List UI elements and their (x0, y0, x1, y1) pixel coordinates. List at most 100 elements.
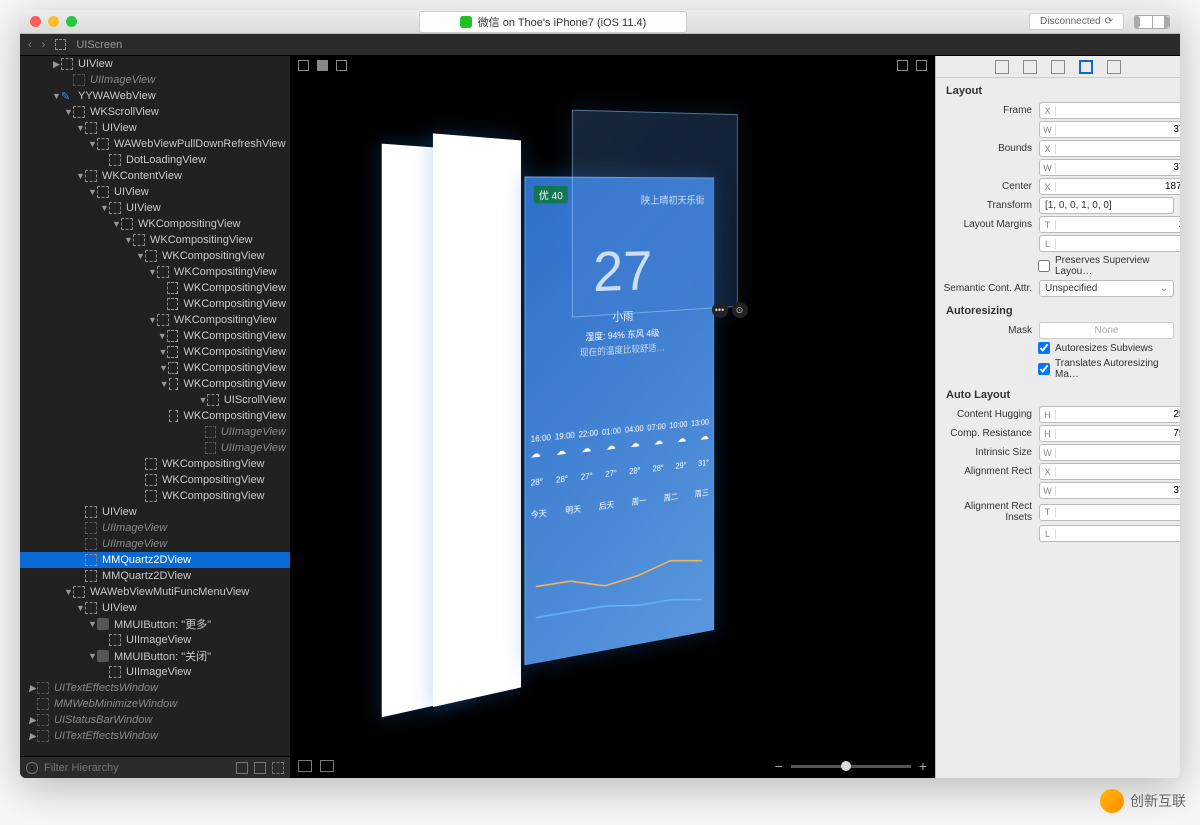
canvas-3d[interactable]: − + 优 40 陕上晴初天乐街 27 小雨 湿度: 94% 东风 4级 现在的… (290, 56, 935, 778)
tree-row[interactable]: ▶UITextEffectsWindow (20, 680, 290, 696)
button-icon (97, 650, 109, 662)
connection-status-button[interactable]: Disconnected ⟳ (1029, 13, 1124, 30)
tree-row[interactable]: ▼WKCompositingView (20, 328, 290, 344)
tree-row[interactable]: ▼WKCompositingView (20, 248, 290, 264)
translates-checkbox[interactable] (1038, 363, 1050, 375)
panel-toggle[interactable] (1134, 15, 1170, 29)
grid-icon[interactable] (236, 762, 248, 774)
menu-close-icon[interactable]: ⊙ (732, 302, 748, 318)
aligninsets-label: Alignment Rect Insets (936, 501, 1036, 523)
frame-w-input[interactable]: W▲▼ (1039, 121, 1180, 138)
nav-forward-icon[interactable]: › (42, 39, 46, 51)
connections-tab-icon[interactable] (1107, 60, 1121, 74)
quickhelp-tab-icon[interactable] (1023, 60, 1037, 74)
zoom-icon[interactable] (66, 16, 77, 27)
tree-row[interactable]: DotLoadingView (20, 152, 290, 168)
tree-row[interactable]: WKCompositingView (20, 456, 290, 472)
autoresize-subviews-checkbox[interactable] (1038, 342, 1050, 354)
tree-row[interactable]: UIImageView (20, 520, 290, 536)
size-tab-icon[interactable] (1079, 60, 1093, 74)
filter-icon[interactable] (26, 762, 38, 774)
preserves-checkbox[interactable] (1038, 260, 1050, 272)
tree-row[interactable]: ▶UITextEffectsWindow (20, 728, 290, 744)
intrinsic-w-input[interactable]: W▲▼ (1039, 444, 1180, 461)
resistance-h-input[interactable]: H▲▼ (1039, 425, 1180, 442)
tree-row[interactable]: ▼UIView (20, 184, 290, 200)
bounds-w-input[interactable]: W▲▼ (1039, 159, 1180, 176)
tree-row[interactable]: ▼WKCompositingView (20, 232, 290, 248)
tree-row[interactable]: ▼UIView (20, 200, 290, 216)
zoom-in-icon[interactable]: + (919, 758, 927, 774)
tree-row[interactable]: UIImageView (20, 632, 290, 648)
tree-row[interactable]: UIImageView (20, 664, 290, 680)
margin-t-input[interactable]: T▲▼ (1039, 216, 1180, 233)
mode-fill-icon[interactable] (317, 60, 328, 71)
tree-row[interactable]: ▼WKCompositingView (20, 376, 290, 392)
tree-row[interactable]: UIImageView (20, 424, 290, 440)
semantic-select[interactable]: Unspecified⌄ (1039, 280, 1174, 297)
tree-row[interactable]: MMQuartz2DView (20, 568, 290, 584)
mode-outline-icon[interactable] (298, 60, 309, 71)
tree-footer (20, 756, 290, 778)
tree-row[interactable]: ▼UIView (20, 600, 290, 616)
tree-row[interactable]: ▶UIStatusBarWindow (20, 712, 290, 728)
breadcrumb[interactable]: UIScreen (76, 39, 122, 51)
tree-row[interactable]: WKCompositingView (20, 408, 290, 424)
tree-row[interactable]: ▼WKCompositingView (20, 216, 290, 232)
clip-icon[interactable] (298, 760, 312, 772)
tree-row[interactable]: ▼UIScrollView (20, 392, 290, 408)
tree-row[interactable]: ▼MMUIButton: "关闭" (20, 648, 290, 664)
tree-row[interactable]: ▼WKCompositingView (20, 360, 290, 376)
tree-row[interactable]: MMQuartz2DView (20, 552, 290, 568)
insets-t-input[interactable]: T▲▼ (1039, 504, 1180, 521)
tree-row[interactable]: ▼WAWebViewMutiFuncMenuView (20, 584, 290, 600)
tree-row[interactable]: ▶UIView (20, 56, 290, 72)
nav-back-icon[interactable]: ‹ (28, 39, 32, 51)
tree-row[interactable]: UIImageView (20, 72, 290, 88)
tree-row[interactable]: UIImageView (20, 536, 290, 552)
menu-more-icon[interactable]: ••• (712, 302, 728, 318)
view-2d-icon[interactable] (897, 60, 908, 71)
tree-row[interactable]: WKCompositingView (20, 488, 290, 504)
tree-row[interactable]: ▼WKContentView (20, 168, 290, 184)
tree-row[interactable]: ▼WAWebViewPullDownRefreshView (20, 136, 290, 152)
tree-row[interactable]: WKCompositingView (20, 280, 290, 296)
zoom-out-icon[interactable]: − (775, 758, 783, 774)
tree-row[interactable]: UIImageView (20, 440, 290, 456)
margin-l-input[interactable]: L▲▼ (1039, 235, 1180, 252)
view-rect-icon (157, 266, 169, 278)
filter-input[interactable] (44, 762, 230, 774)
tree-row[interactable]: MMWebMinimizeWindow (20, 696, 290, 712)
spacing-slider[interactable] (791, 765, 911, 768)
tree-row[interactable]: ▼UIView (20, 120, 290, 136)
tree-row[interactable]: ▼WKCompositingView (20, 312, 290, 328)
file-tab-icon[interactable] (995, 60, 1009, 74)
frame-x-input[interactable]: X▲▼ (1039, 102, 1180, 119)
expand-icon[interactable] (254, 762, 266, 774)
tree-row[interactable]: WKCompositingView (20, 472, 290, 488)
tree-row[interactable]: ▼WKCompositingView (20, 344, 290, 360)
minimize-icon[interactable] (48, 16, 59, 27)
close-icon[interactable] (30, 16, 41, 27)
hugging-h-input[interactable]: H▲▼ (1039, 406, 1180, 423)
tree-row[interactable]: ▼WKScrollView (20, 104, 290, 120)
tree-row[interactable]: ▼WKCompositingView (20, 264, 290, 280)
mode-both-icon[interactable] (336, 60, 347, 71)
center-x-input[interactable]: X▲▼ (1039, 178, 1180, 195)
identity-tab-icon[interactable] (1051, 60, 1065, 74)
alignrect-w-input[interactable]: W▲▼ (1039, 482, 1180, 499)
tree-label: UIView (102, 506, 137, 518)
tree-list[interactable]: ▶UIViewUIImageView▼✎YYWAWebView▼WKScroll… (20, 56, 290, 756)
insets-l-input[interactable]: L▲▼ (1039, 525, 1180, 542)
tree-row[interactable]: WKCompositingView (20, 296, 290, 312)
bounds-x-input[interactable]: X▲▼ (1039, 140, 1180, 157)
tree-row[interactable]: UIView (20, 504, 290, 520)
constraints-icon[interactable] (320, 760, 334, 772)
tree-row[interactable]: ▼MMUIButton: "更多" (20, 616, 290, 632)
tree-row[interactable]: ▼✎YYWAWebView (20, 88, 290, 104)
view-3d-icon[interactable] (916, 60, 927, 71)
focus-icon[interactable] (272, 762, 284, 774)
alignrect-x-input[interactable]: X▲▼ (1039, 463, 1180, 480)
transform-value[interactable]: [1, 0, 0, 1, 0, 0] (1039, 197, 1174, 214)
view-rect-icon (109, 666, 121, 678)
